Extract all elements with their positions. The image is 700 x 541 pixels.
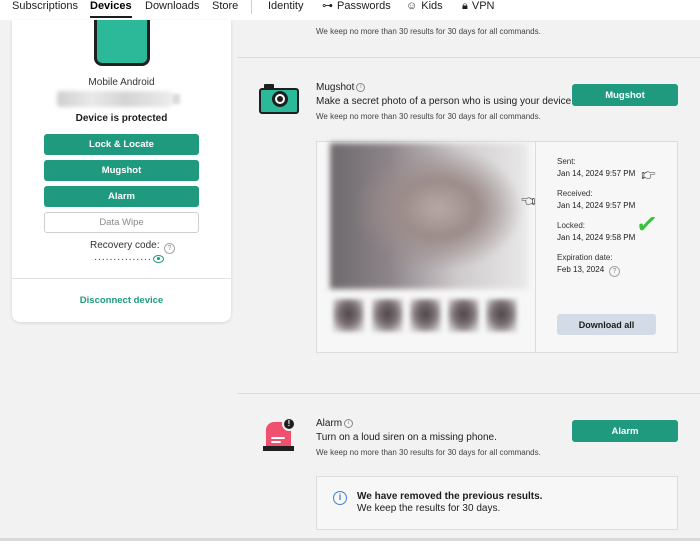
mugshot-side-button[interactable]: Mugshot [44, 160, 199, 181]
alarm-title-row: Alarm i [316, 418, 354, 429]
nav-vpn[interactable]: 🔒︎ VPN [462, 0, 494, 13]
help-icon[interactable]: ? [164, 243, 175, 254]
mugshot-thumbnail[interactable] [372, 299, 403, 332]
results-divider [535, 141, 536, 353]
nav-store[interactable]: Store [212, 0, 238, 13]
disconnect-device-link[interactable]: Disconnect device [12, 295, 231, 306]
sent-value: Jan 14, 2024 9:57 PM [557, 169, 636, 178]
nav-divider [251, 0, 252, 14]
alarm-title: Alarm [316, 418, 343, 429]
nav-kids-label: Kids [421, 0, 443, 12]
mugshot-title: Mugshot [316, 82, 355, 93]
alarm-alert-badge-icon: ! [282, 417, 296, 431]
nav-vpn-label: VPN [471, 0, 495, 12]
alarm-info-icon[interactable]: i [344, 418, 354, 428]
notice-title: We have removed the previous results. [357, 491, 543, 502]
nav-passwords-label: Passwords [337, 0, 391, 12]
mugshot-thumbnail[interactable] [333, 299, 364, 332]
previous-command-note: We keep no more than 30 results for 30 d… [316, 27, 541, 36]
mugshot-info-icon[interactable]: i [356, 82, 366, 92]
mugshot-thumbnail[interactable] [486, 299, 517, 332]
mugshot-button[interactable]: Mugshot [572, 84, 678, 106]
nav-subscriptions[interactable]: Subscriptions [12, 0, 78, 13]
nav-passwords[interactable]: ⊶ Passwords [322, 0, 391, 13]
mugshot-photo[interactable] [330, 143, 528, 289]
mugshot-thumbnail[interactable] [448, 299, 479, 332]
data-wipe-button[interactable]: Data Wipe [44, 212, 199, 233]
recovery-code-masked: ··············· [94, 254, 152, 265]
alarm-note: We keep no more than 30 results for 30 d… [316, 448, 541, 457]
alarm-description: Turn on a loud siren on a missing phone. [316, 432, 497, 443]
locked-label: Locked: [557, 221, 586, 230]
nav-identity[interactable]: Identity [268, 0, 303, 13]
received-label: Received: [557, 189, 593, 198]
nav-devices[interactable]: Devices [90, 0, 132, 18]
key-icon: ⊶ [322, 0, 333, 12]
edit-name-icon[interactable] [172, 94, 180, 104]
siren-stripe [271, 441, 281, 443]
mugshot-thumbnail[interactable] [410, 299, 441, 332]
alarm-button[interactable]: Alarm [572, 420, 678, 442]
mugshot-note: We keep no more than 30 results for 30 d… [316, 112, 541, 121]
card-divider [12, 278, 231, 279]
download-all-button[interactable]: Download all [557, 314, 656, 335]
pointing-hand-icon: 👈︎ [641, 163, 656, 185]
siren-base [263, 446, 294, 451]
siren-stripe [271, 437, 285, 439]
device-type: Mobile Android [88, 77, 155, 88]
recovery-code-label: Recovery code: [90, 240, 160, 251]
locked-value: Jan 14, 2024 9:58 PM [557, 233, 636, 242]
pointing-hand-icon: 👈︎ [521, 189, 536, 211]
top-navigation: Subscriptions Devices Downloads Store Id… [0, 0, 700, 20]
nav-downloads[interactable]: Downloads [145, 0, 199, 13]
device-name-blurred [57, 91, 172, 107]
info-icon: i [333, 491, 347, 505]
checkmark-icon: ✓ [634, 207, 660, 241]
vpn-lock-icon: 🔒︎ [462, 0, 468, 12]
nav-kids[interactable]: ☺ Kids [406, 0, 443, 13]
device-status: Device is protected [75, 113, 168, 124]
sent-label: Sent: [557, 157, 576, 166]
expiration-help-icon[interactable]: ? [609, 266, 620, 277]
mugshot-description: Make a secret photo of a person who is u… [316, 96, 574, 107]
received-value: Jan 14, 2024 9:57 PM [557, 201, 636, 210]
phone-image [94, 20, 150, 66]
section-divider [237, 393, 700, 394]
expiration-value: Feb 13, 2024 [557, 265, 605, 274]
mugshot-title-row: Mugshot i [316, 82, 366, 93]
camera-lens-icon [272, 91, 288, 107]
notice-text: We keep the results for 30 days. [357, 503, 501, 514]
section-divider [237, 57, 700, 58]
show-code-eye-icon[interactable] [153, 255, 164, 263]
kids-icon: ☺ [406, 0, 418, 12]
alarm-side-button[interactable]: Alarm [44, 186, 199, 207]
device-card: Mobile Android Device is protected Lock … [12, 20, 231, 322]
lock-locate-button[interactable]: Lock & Locate [44, 134, 199, 155]
expiration-label: Expiration date: [557, 253, 613, 262]
